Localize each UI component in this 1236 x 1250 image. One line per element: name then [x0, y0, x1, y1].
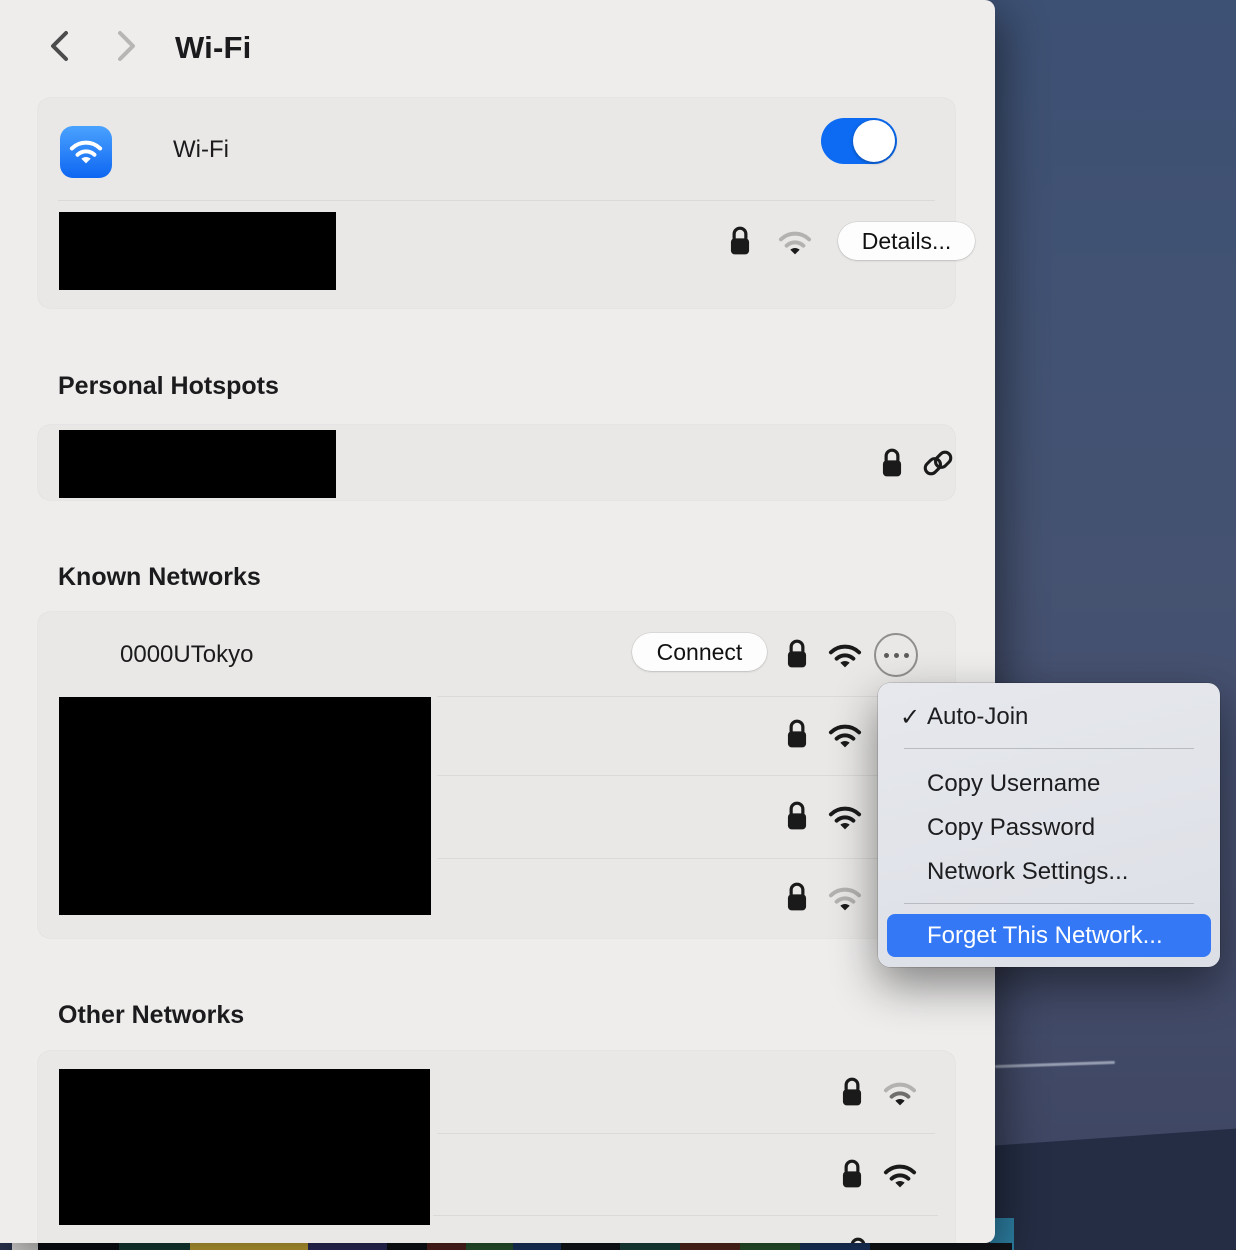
menu-separator: [904, 748, 1194, 749]
wifi-app-icon: [60, 126, 112, 178]
lock-icon: [785, 881, 809, 913]
known-networks-card: 0000UTokyo Connect: [38, 612, 955, 938]
wifi-signal-strong-icon: [826, 803, 864, 833]
personal-hotspots-card: [38, 425, 955, 500]
network-context-menu: ✓ Auto-Join Copy Username Copy Password …: [878, 683, 1220, 967]
lock-icon: [840, 1076, 864, 1108]
wifi-toggle-card: Wi-Fi Details...: [38, 98, 955, 308]
lock-icon: [728, 225, 752, 257]
other-networks-heading: Other Networks: [58, 1001, 244, 1030]
page-title: Wi-Fi: [175, 30, 251, 66]
wifi-signal-weak-icon: [826, 884, 864, 914]
row-separator: [433, 1215, 938, 1216]
forward-button[interactable]: [108, 28, 146, 66]
back-button[interactable]: [40, 28, 78, 66]
row-separator: [437, 1133, 935, 1134]
redacted-current-network-name: [59, 212, 336, 290]
toggle-knob: [853, 120, 895, 162]
personal-hotspots-heading: Personal Hotspots: [58, 372, 279, 401]
lock-icon: [880, 447, 904, 479]
desktop: Wi-Fi Wi-Fi: [0, 0, 1236, 1250]
redacted-known-network-names: [59, 697, 431, 915]
wifi-signal-strong-icon: [881, 1161, 919, 1191]
lock-icon: [785, 718, 809, 750]
card-separator: [58, 200, 935, 201]
other-networks-card: [38, 1051, 955, 1243]
row-separator: [437, 858, 935, 859]
chevron-right-icon: [114, 29, 140, 66]
wifi-signal-strong-icon: [826, 641, 864, 671]
row-separator: [437, 696, 935, 697]
system-settings-window: Wi-Fi Wi-Fi: [0, 0, 995, 1243]
more-options-button[interactable]: [874, 633, 918, 677]
wifi-toggle-label: Wi-Fi: [173, 136, 229, 164]
menu-separator: [904, 903, 1194, 904]
ellipsis-icon: [884, 653, 889, 658]
wifi-toggle-switch[interactable]: [821, 118, 897, 164]
lock-icon: [785, 800, 809, 832]
menu-item-network-settings[interactable]: Network Settings...: [878, 850, 1220, 894]
redacted-other-network-names: [59, 1069, 430, 1225]
redacted-hotspot-name: [59, 430, 336, 498]
network-name: 0000UTokyo: [120, 641, 253, 669]
wifi-signal-weak-icon: [776, 228, 814, 258]
connect-button[interactable]: Connect: [632, 633, 767, 671]
lock-icon-partial: [846, 1236, 870, 1243]
lock-icon: [840, 1158, 864, 1190]
menu-item-auto-join[interactable]: ✓ Auto-Join: [878, 695, 1220, 739]
checkmark-icon: ✓: [900, 703, 920, 732]
known-networks-heading: Known Networks: [58, 563, 261, 592]
details-button[interactable]: Details...: [838, 222, 975, 260]
chevron-left-icon: [46, 29, 72, 66]
wallpaper-highlight-line: [995, 1061, 1115, 1068]
dock-strip: [0, 1243, 1012, 1250]
link-icon: [920, 445, 956, 481]
wifi-signal-medium-icon: [881, 1079, 919, 1109]
row-separator: [437, 775, 935, 776]
wifi-signal-strong-icon: [826, 721, 864, 751]
menu-item-forget-this-network[interactable]: Forget This Network...: [887, 914, 1211, 957]
menu-item-copy-password[interactable]: Copy Password: [878, 806, 1220, 850]
lock-icon: [785, 638, 809, 670]
menu-item-copy-username[interactable]: Copy Username: [878, 762, 1220, 806]
